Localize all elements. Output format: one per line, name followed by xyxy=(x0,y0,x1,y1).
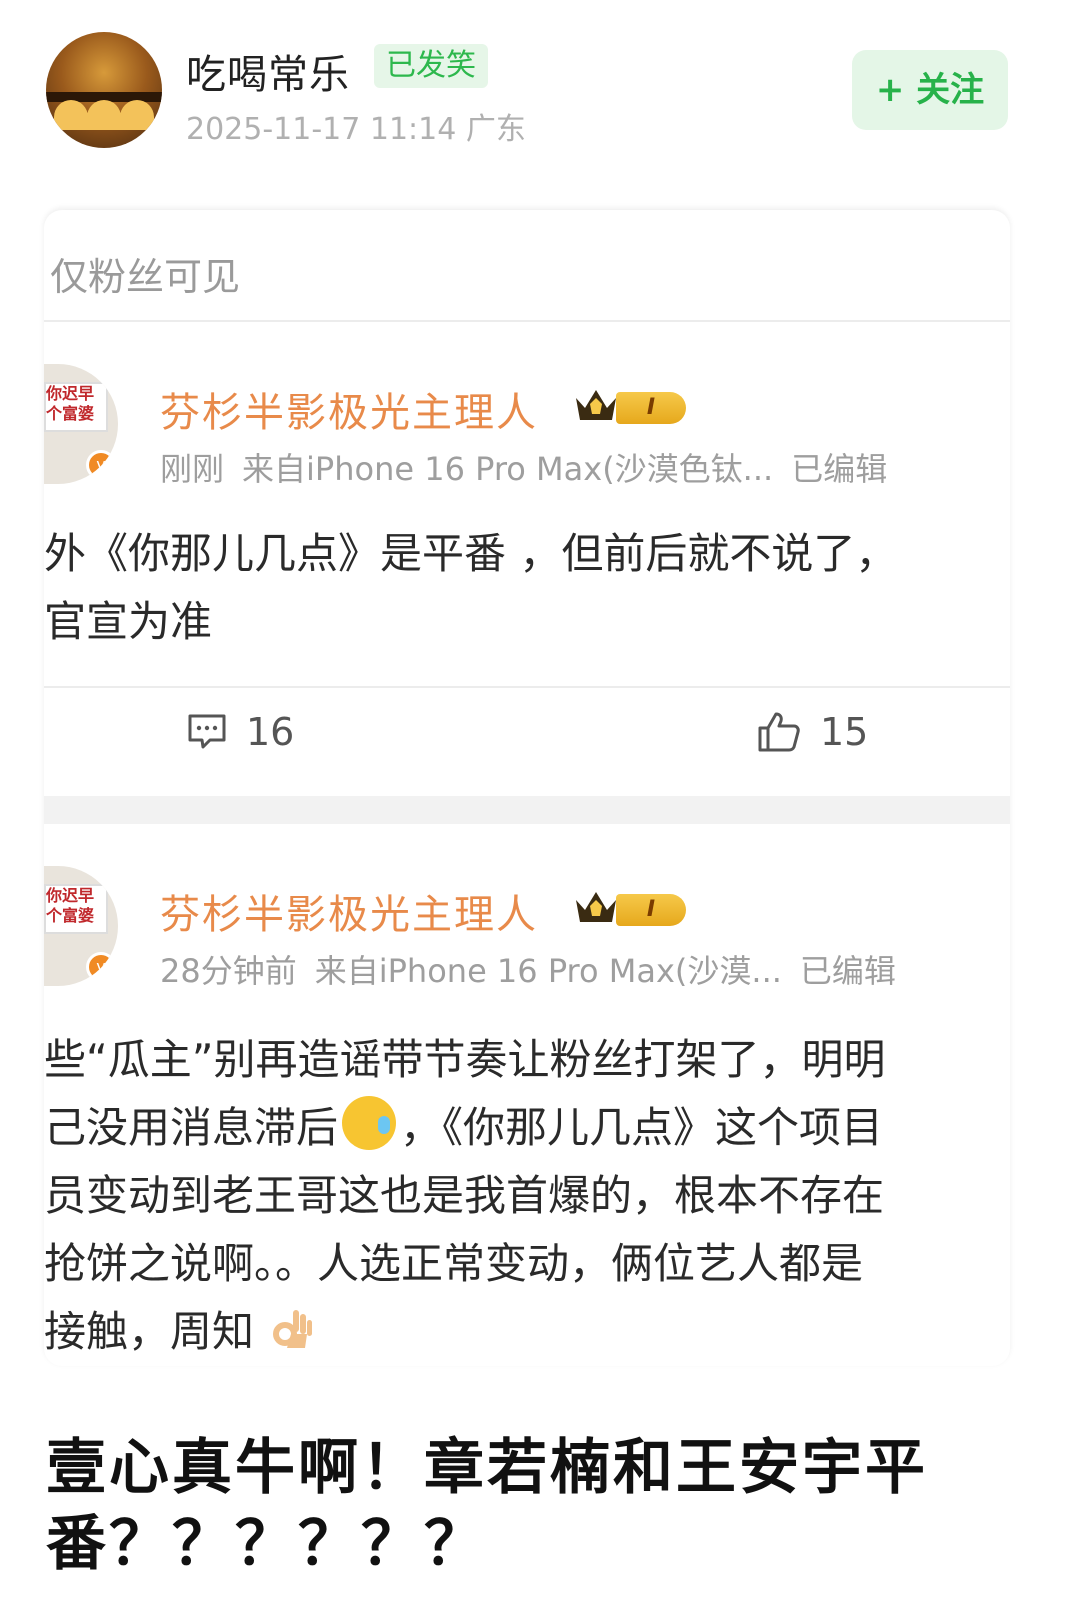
author-name[interactable]: 吃喝常乐 xyxy=(186,42,350,100)
comment-line: 些“瓜主”别再造谣带节奏让粉丝打架了，明明 xyxy=(44,1035,886,1084)
comment-time: 刚刚 xyxy=(160,450,225,488)
comment-source: 来自iPhone 16 Pro Max(沙漠色钛... xyxy=(242,450,774,488)
comment-line: 官宣为准 xyxy=(44,597,213,646)
headline-line: 番？？？？？？ xyxy=(46,1509,487,1579)
comment-meta: 刚刚 来自iPhone 16 Pro Max(沙漠色钛... 已编辑 xyxy=(160,444,887,490)
comment-time: 28分钟前 xyxy=(160,952,297,990)
author-avatar[interactable] xyxy=(46,32,162,148)
comment-icon xyxy=(188,714,226,749)
like-action[interactable]: 15 xyxy=(756,710,868,754)
comment-action[interactable]: 16 xyxy=(186,710,294,754)
like-icon xyxy=(758,712,800,752)
commenter-name[interactable]: 芬杉半影极光主理人 xyxy=(160,380,538,438)
verified-icon: v xyxy=(86,952,116,982)
comment-edited: 已编辑 xyxy=(799,952,896,990)
comment-line: 抢饼之说啊。。人选正常变动，俩位艺人都是 xyxy=(44,1239,864,1288)
comment-text: 外《你那儿几点》是平番 ，但前后就不说了， 官宣为准 xyxy=(44,520,1010,656)
comment-line: 外《你那儿几点》是平番 ，但前后就不说了， xyxy=(44,529,898,578)
commenter-avatar[interactable]: 你迟早 个富婆 v xyxy=(44,364,118,484)
like-count: 15 xyxy=(820,710,869,754)
comment-edited: 已编辑 xyxy=(791,450,888,488)
comment-line: 接触，周知 xyxy=(44,1298,1010,1366)
post-timestamp: 2025-11-17 11:14 广东 xyxy=(186,112,526,147)
section-separator xyxy=(44,796,1010,824)
comment-meta: 28分钟前 来自iPhone 16 Pro Max(沙漠... 已编辑 xyxy=(160,946,896,992)
comment-item: 你迟早 个富婆 v 芬杉半影极光主理人 I 刚刚 来自iPhone 16 Pro M… xyxy=(44,364,1010,864)
post-headline: 壹心真牛啊！章若楠和王安宇平 番？？？？？？ xyxy=(46,1430,1036,1582)
divider xyxy=(44,320,1010,322)
sweat-emoji xyxy=(342,1096,397,1150)
divider xyxy=(44,686,1010,688)
commenter-name[interactable]: 芬杉半影极光主理人 xyxy=(160,882,538,940)
comment-line: 己没用消息滞后 ，《你那儿几点》这个项目 xyxy=(44,1094,1010,1162)
follow-button[interactable]: + 关注 xyxy=(852,50,1008,130)
comment-source: 来自iPhone 16 Pro Max(沙漠... xyxy=(314,952,782,990)
headline-line: 壹心真牛啊！章若楠和王安宇平 xyxy=(46,1433,928,1503)
level-badge: I xyxy=(616,894,686,926)
author-badge: 已发笑 xyxy=(374,44,488,88)
comment-text: 些“瓜主”别再造谣带节奏让粉丝打架了，明明 己没用消息滞后 ，《你那儿几点》这个项… xyxy=(44,1026,1010,1366)
level-badge: I xyxy=(616,392,686,424)
visibility-label: 仅粉丝可见 xyxy=(50,255,241,299)
ok-hand-emoji xyxy=(273,1310,313,1348)
comment-line: 员变动到老王哥这也是我首爆的，根本不存在 xyxy=(44,1171,885,1220)
commenter-avatar[interactable]: 你迟早 个富婆 v xyxy=(44,866,118,986)
verified-icon: v xyxy=(86,450,116,480)
crown-icon xyxy=(576,390,616,420)
post-header: 吃喝常乐 已发笑 2025-11-17 11:14 广东 + 关注 xyxy=(0,0,1080,180)
crown-icon xyxy=(576,892,616,922)
comment-item: 你迟早 个富婆 v 芬杉半影极光主理人 I 28分钟前 来自iPhone 16 Pr… xyxy=(44,866,1010,1366)
comment-count: 16 xyxy=(246,710,295,754)
quoted-card: 仅粉丝可见 你迟早 个富婆 v 芬杉半影极光主理人 I 刚刚 来自iPhone 16… xyxy=(44,210,1010,1366)
